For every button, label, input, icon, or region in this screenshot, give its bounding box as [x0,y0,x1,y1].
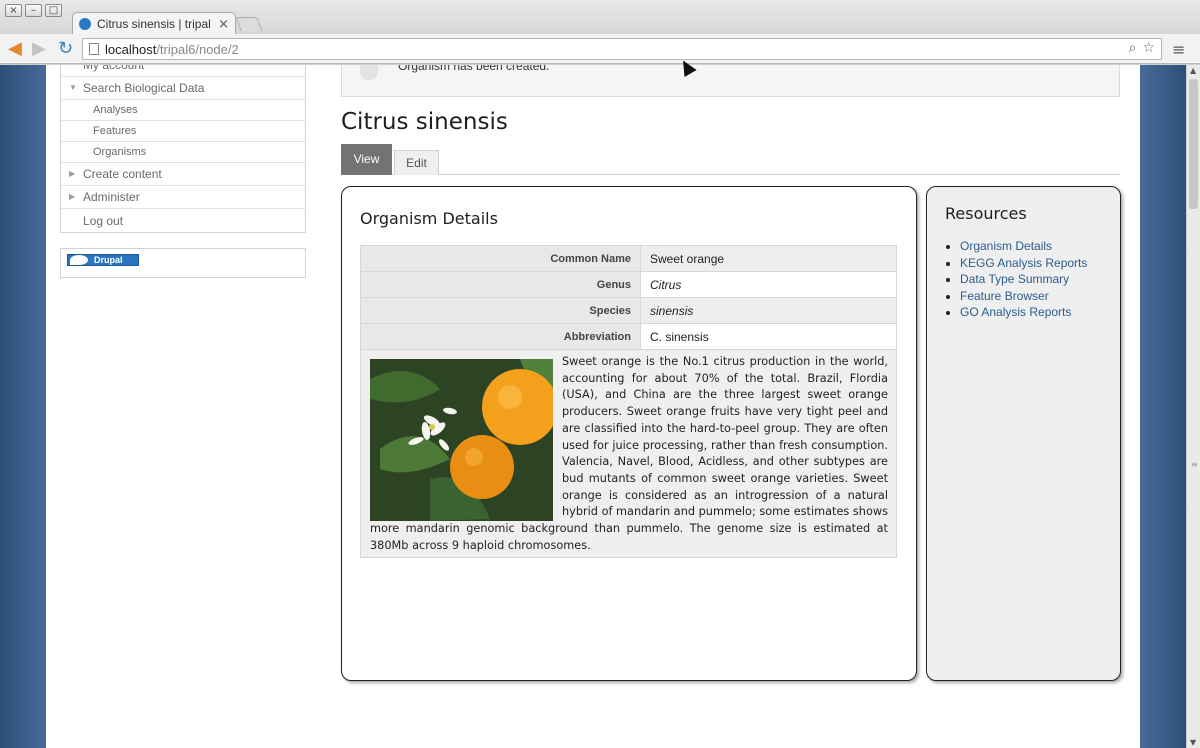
list-item: Feature Browser [960,288,1087,305]
list-item: Data Type Summary [960,271,1087,288]
resource-link-feature-browser[interactable]: Feature Browser [960,289,1049,303]
nav-item-create-content[interactable]: ▶ Create content [61,163,305,186]
browser-toolbar: ◀ ▶ ↻ localhost/tripal6/node/2 ⌕ ☆ ≡ [0,34,1200,64]
table-row: Abbreviation C. sinensis [360,323,897,350]
browser-tab-title: Citrus sinensis | tripal v [97,17,215,31]
page-title: Citrus sinensis [341,109,508,135]
nav-item-label: Analyses [93,104,138,116]
browser-menu-icon[interactable]: ≡ [1172,40,1185,59]
scroll-up-arrow-icon[interactable]: ▲ [1190,66,1196,75]
address-bar[interactable]: localhost/tripal6/node/2 ⌕ ☆ [82,38,1162,60]
species-value: sinensis [640,297,897,324]
page-scrollbar[interactable]: ▲ ≡ ▼ [1186,65,1200,748]
status-message: Organism has been created. [341,65,1120,97]
nav-item-label: Search Biological Data [83,81,205,95]
drupal-drop-icon [70,255,88,265]
list-item: KEGG Analysis Reports [960,255,1087,272]
species-label: Species [360,297,641,324]
drupal-favicon-icon [79,18,91,30]
window-close-button[interactable]: × [5,4,22,17]
lightbulb-icon [360,65,378,80]
scrollbar-grip-icon: ≡ [1191,460,1198,469]
abbreviation-value: C. sinensis [640,323,897,350]
abbreviation-label: Abbreviation [360,323,641,350]
zoom-icon[interactable]: ⌕ [1129,40,1137,56]
nav-item-label: Organisms [93,146,147,158]
reload-icon[interactable]: ↻ [58,39,73,59]
organism-description: Sweet orange is the No.1 citrus producti… [370,354,888,554]
common-name-value: Sweet orange [640,245,897,272]
tab-close-icon[interactable]: × [218,17,229,32]
organism-description-cell: Sweet orange is the No.1 citrus producti… [360,349,897,558]
window-controls: × – □ [5,4,62,17]
expanded-arrow-icon: ▼ [69,83,77,92]
nav-item-label: Administer [83,190,140,204]
nav-item-administer[interactable]: ▶ Administer [61,186,305,209]
list-item: GO Analysis Reports [960,304,1087,321]
drupal-badge-label: Drupal [94,255,123,265]
collapsed-arrow-icon: ▶ [69,192,76,201]
resources-list: Organism Details KEGG Analysis Reports D… [960,238,1087,321]
navigation-menu: My account ▼ Search Biological Data Anal… [60,65,306,233]
forward-arrow-icon[interactable]: ▶ [32,39,46,59]
browser-title-bar: × – □ Citrus sinensis | tripal v × [0,0,1200,35]
table-row: Common Name Sweet orange [360,245,897,272]
resources-title: Resources [945,204,1027,223]
table-row: Genus Citrus [360,271,897,298]
nav-item-features[interactable]: Features [61,121,305,142]
scrollbar-thumb[interactable] [1189,79,1198,209]
powered-by-block: Drupal [60,248,306,278]
resource-link-organism-details[interactable]: Organism Details [960,239,1052,253]
common-name-label: Common Name [360,245,641,272]
status-message-text: Organism has been created. [398,65,550,73]
nav-item-search-biological-data[interactable]: ▼ Search Biological Data [61,77,305,100]
tab-view[interactable]: View [341,144,392,175]
bookmark-star-icon[interactable]: ☆ [1142,40,1155,56]
nav-item-label: Features [93,125,137,137]
organism-details-panel: Organism Details Common Name Sweet orang… [341,186,917,681]
page-viewport: My account ▼ Search Biological Data Anal… [0,65,1186,748]
nav-item-label: Create content [83,167,162,181]
organism-details-title: Organism Details [360,209,498,228]
nav-item-my-account[interactable]: My account [61,65,305,77]
tab-edit[interactable]: Edit [394,150,439,175]
collapsed-arrow-icon: ▶ [69,169,76,178]
genus-value: Citrus [640,271,897,298]
nav-item-organisms[interactable]: Organisms [61,142,305,163]
window-maximize-button[interactable]: □ [45,4,62,17]
nav-item-analyses[interactable]: Analyses [61,100,305,121]
resource-link-kegg-analysis-reports[interactable]: KEGG Analysis Reports [960,256,1087,270]
back-arrow-icon[interactable]: ◀ [8,39,22,59]
table-row: Species sinensis [360,297,897,324]
nav-item-log-out[interactable]: Log out [61,209,305,232]
new-tab-button[interactable] [235,17,263,31]
list-item: Organism Details [960,238,1087,255]
resources-panel: Resources Organism Details KEGG Analysis… [926,186,1121,681]
scroll-down-arrow-icon[interactable]: ▼ [1190,738,1196,747]
organism-details-table: Common Name Sweet orange Genus Citrus Sp… [360,245,897,350]
node-tabs: View Edit [341,144,1120,175]
resource-link-go-analysis-reports[interactable]: GO Analysis Reports [960,305,1071,319]
resource-link-data-type-summary[interactable]: Data Type Summary [960,272,1069,286]
url-host: localhost [105,41,157,57]
drupal-badge[interactable]: Drupal [67,254,139,266]
nav-item-label: My account [83,65,145,72]
browser-tab[interactable]: Citrus sinensis | tripal v × [72,12,236,35]
page-icon [89,43,99,55]
nav-item-label: Log out [83,213,124,228]
window-minimize-button[interactable]: – [25,4,42,17]
url-path: /tripal6/node/2 [156,41,239,57]
genus-label: Genus [360,271,641,298]
